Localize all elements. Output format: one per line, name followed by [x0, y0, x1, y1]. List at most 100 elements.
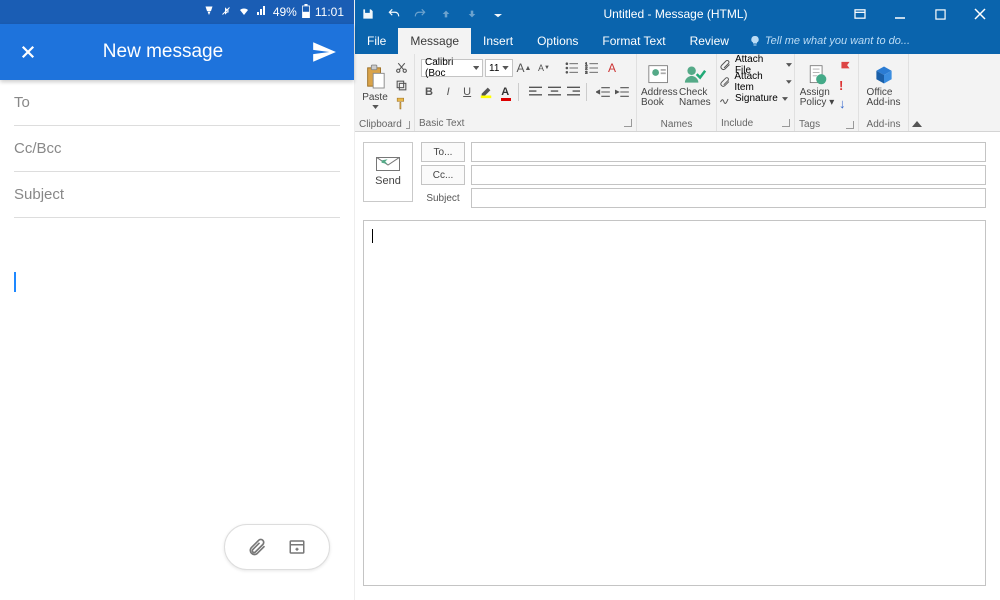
font-size-select[interactable]: 11: [485, 59, 513, 77]
ribbon-options-button[interactable]: [840, 0, 880, 28]
compose-fields: To Cc/Bcc Subject: [0, 80, 354, 218]
maximize-button[interactable]: [920, 0, 960, 28]
bold-button[interactable]: B: [421, 83, 437, 101]
minimize-button[interactable]: [880, 0, 920, 28]
outlook-window: Untitled - Message (HTML) File Message I…: [355, 0, 1000, 600]
collapse-ribbon-button[interactable]: [909, 54, 925, 131]
window-controls: [840, 0, 1000, 28]
ribbon: Paste Clipboard Calibri (Boc 11 A▲ A▼: [355, 54, 1000, 132]
prev-item-button[interactable]: [433, 0, 459, 28]
grow-font-button[interactable]: A▲: [515, 59, 533, 77]
paste-button[interactable]: Paste: [359, 58, 391, 114]
send-button[interactable]: [310, 38, 338, 66]
ccbcc-field[interactable]: Cc/Bcc: [14, 126, 340, 172]
tab-insert[interactable]: Insert: [471, 28, 525, 54]
shrink-font-button[interactable]: A▼: [535, 59, 553, 77]
tab-review[interactable]: Review: [678, 28, 741, 54]
subject-field[interactable]: Subject: [14, 172, 340, 218]
svg-text:3: 3: [585, 70, 588, 74]
font-name-select[interactable]: Calibri (Boc: [421, 59, 483, 77]
clipboard-dialog-icon[interactable]: [406, 121, 410, 129]
align-right-button[interactable]: [565, 83, 581, 101]
message-body-editor[interactable]: [363, 220, 986, 586]
highlight-button[interactable]: [478, 83, 494, 101]
body-cursor: [372, 229, 373, 243]
compose-area: Send To... Cc... Subject: [355, 132, 1000, 600]
to-input[interactable]: [471, 142, 986, 162]
follow-up-button[interactable]: [837, 58, 854, 76]
cc-button[interactable]: Cc...: [421, 165, 465, 185]
battery-icon: [302, 4, 310, 21]
clock-text: 11:01: [315, 5, 344, 19]
group-tags: AssignPolicy ▾ ! ↓ Tags: [795, 54, 859, 131]
battery-text: 49%: [273, 5, 297, 19]
basic-text-dialog-icon[interactable]: [624, 119, 632, 127]
group-names: AddressBook CheckNames Names: [637, 54, 717, 131]
group-addins: OfficeAdd-ins Add-ins: [859, 54, 909, 131]
message-body[interactable]: [0, 218, 354, 518]
mobile-compose-screen: 49% 11:01 New message To Cc/Bcc Subject: [0, 0, 355, 600]
office-addins-label: OfficeAdd-ins: [867, 88, 901, 108]
address-book-button[interactable]: AddressBook: [641, 58, 678, 114]
tab-options[interactable]: Options: [525, 28, 590, 54]
attach-button[interactable]: [247, 537, 267, 557]
italic-button[interactable]: I: [440, 83, 456, 101]
underline-button[interactable]: U: [459, 83, 475, 101]
wifi-icon: [237, 5, 251, 20]
font-color-button[interactable]: A: [497, 83, 513, 101]
group-clipboard: Paste Clipboard: [355, 54, 415, 131]
low-importance-button[interactable]: ↓: [837, 94, 854, 112]
tab-message[interactable]: Message: [398, 28, 471, 54]
increase-indent-button[interactable]: [614, 83, 630, 101]
signal-icon: [256, 5, 268, 20]
attach-item-button[interactable]: Attach Item: [719, 73, 792, 90]
window-title: Untitled - Message (HTML): [511, 7, 840, 21]
office-addins-button[interactable]: OfficeAdd-ins: [863, 58, 904, 114]
envelope-icon: [376, 157, 400, 171]
subject-input[interactable]: [471, 188, 986, 208]
tell-me-search[interactable]: Tell me what you want to do...: [749, 35, 910, 47]
screen-title: New message: [16, 41, 310, 63]
android-status-bar: 49% 11:01: [0, 0, 354, 24]
close-window-button[interactable]: [960, 0, 1000, 28]
assign-policy-button[interactable]: AssignPolicy ▾: [799, 58, 835, 114]
group-basic-text: Calibri (Boc 11 A▲ A▼ 123 A B I U A: [415, 54, 637, 131]
tab-format-text[interactable]: Format Text: [590, 28, 677, 54]
qat-dropdown[interactable]: [485, 0, 511, 28]
mute-icon: [220, 5, 232, 20]
signature-button[interactable]: Signature: [719, 90, 788, 107]
next-item-button[interactable]: [459, 0, 485, 28]
group-include: Attach File Attach Item Signature Includ…: [717, 54, 795, 131]
to-button[interactable]: To...: [421, 142, 465, 162]
bullets-button[interactable]: [563, 59, 581, 77]
format-painter-button[interactable]: [393, 94, 410, 112]
mobile-app-bar: New message: [0, 24, 354, 80]
decrease-indent-button[interactable]: [595, 83, 611, 101]
high-importance-button[interactable]: !: [837, 76, 854, 94]
check-names-label: CheckNames: [679, 88, 711, 108]
numbering-button[interactable]: 123: [583, 59, 601, 77]
insert-button[interactable]: [287, 537, 307, 557]
notification-icon: [203, 5, 215, 20]
text-cursor: [14, 272, 16, 292]
cc-input[interactable]: [471, 165, 986, 185]
align-center-button[interactable]: [546, 83, 562, 101]
copy-button[interactable]: [393, 76, 410, 94]
redo-button[interactable]: [407, 0, 433, 28]
include-dialog-icon[interactable]: [782, 119, 790, 127]
check-names-button[interactable]: CheckNames: [678, 58, 712, 114]
title-bar: Untitled - Message (HTML): [355, 0, 1000, 28]
send-button[interactable]: Send: [363, 142, 413, 202]
compose-toolbar: [224, 524, 330, 570]
assign-policy-label: AssignPolicy ▾: [800, 88, 834, 108]
save-button[interactable]: [355, 0, 381, 28]
undo-button[interactable]: [381, 0, 407, 28]
tab-file[interactable]: File: [355, 28, 398, 54]
to-field[interactable]: To: [14, 80, 340, 126]
quick-access-toolbar: [355, 0, 511, 28]
tags-dialog-icon[interactable]: [846, 121, 854, 129]
cut-button[interactable]: [393, 58, 410, 76]
address-book-label: AddressBook: [641, 88, 678, 108]
clear-formatting-button[interactable]: A: [603, 59, 621, 77]
align-left-button[interactable]: [527, 83, 543, 101]
